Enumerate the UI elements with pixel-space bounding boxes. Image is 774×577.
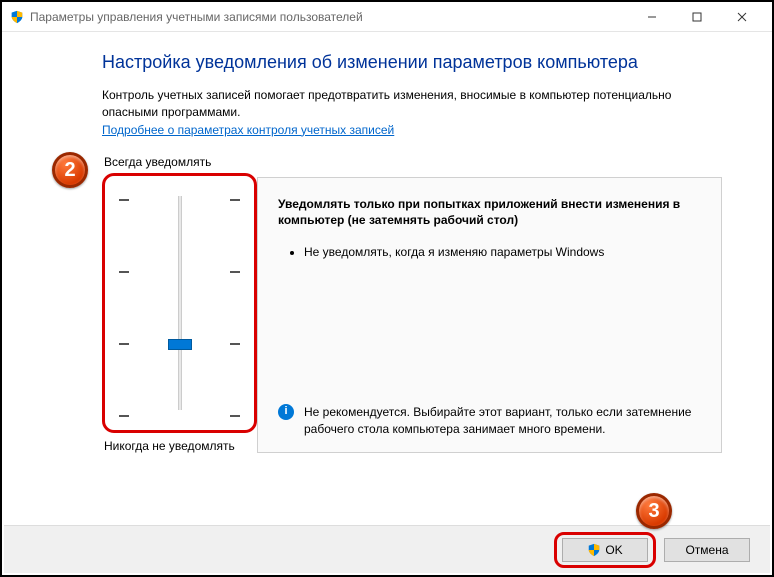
intro-text: Контроль учетных записей помогает предот…: [102, 87, 722, 121]
description-title: Уведомлять только при попытках приложени…: [278, 196, 701, 230]
ok-button-label: OK: [605, 543, 622, 557]
dialog-footer: OK Отмена: [4, 525, 770, 573]
description-bullet: Не уведомлять, когда я изменяю параметры…: [304, 243, 701, 261]
slider-tick: [230, 271, 240, 273]
description-panel: Уведомлять только при попытках приложени…: [257, 177, 722, 453]
minimize-button[interactable]: [629, 3, 674, 31]
slider-tick: [119, 199, 129, 201]
slider-tick: [230, 199, 240, 201]
slider-tick: [230, 415, 240, 417]
slider-top-label: Всегда уведомлять: [104, 155, 257, 169]
cancel-button[interactable]: Отмена: [664, 538, 750, 562]
ok-button[interactable]: OK: [562, 538, 648, 562]
slider-tick: [230, 343, 240, 345]
info-icon: i: [278, 404, 294, 420]
slider-thumb[interactable]: [168, 339, 192, 350]
uac-shield-icon: [587, 543, 601, 557]
uac-slider[interactable]: [102, 173, 257, 433]
page-heading: Настройка уведомления об изменении парам…: [102, 52, 722, 73]
slider-track: [178, 196, 182, 410]
window-title: Параметры управления учетными записями п…: [30, 10, 629, 24]
annotation-badge-3: 3: [636, 493, 672, 529]
slider-tick: [119, 415, 129, 417]
maximize-button[interactable]: [674, 3, 719, 31]
slider-bottom-label: Никогда не уведомлять: [104, 439, 257, 453]
cancel-button-label: Отмена: [685, 543, 728, 557]
ok-highlight: OK: [554, 532, 656, 568]
description-warning: Не рекомендуется. Выбирайте этот вариант…: [304, 404, 701, 438]
annotation-badge-2: 2: [52, 152, 88, 188]
close-button[interactable]: [719, 3, 764, 31]
learn-more-link[interactable]: Подробнее о параметрах контроля учетных …: [102, 123, 394, 137]
slider-tick: [119, 343, 129, 345]
uac-shield-icon: [10, 10, 24, 24]
slider-tick: [119, 271, 129, 273]
titlebar: Параметры управления учетными записями п…: [2, 2, 772, 32]
